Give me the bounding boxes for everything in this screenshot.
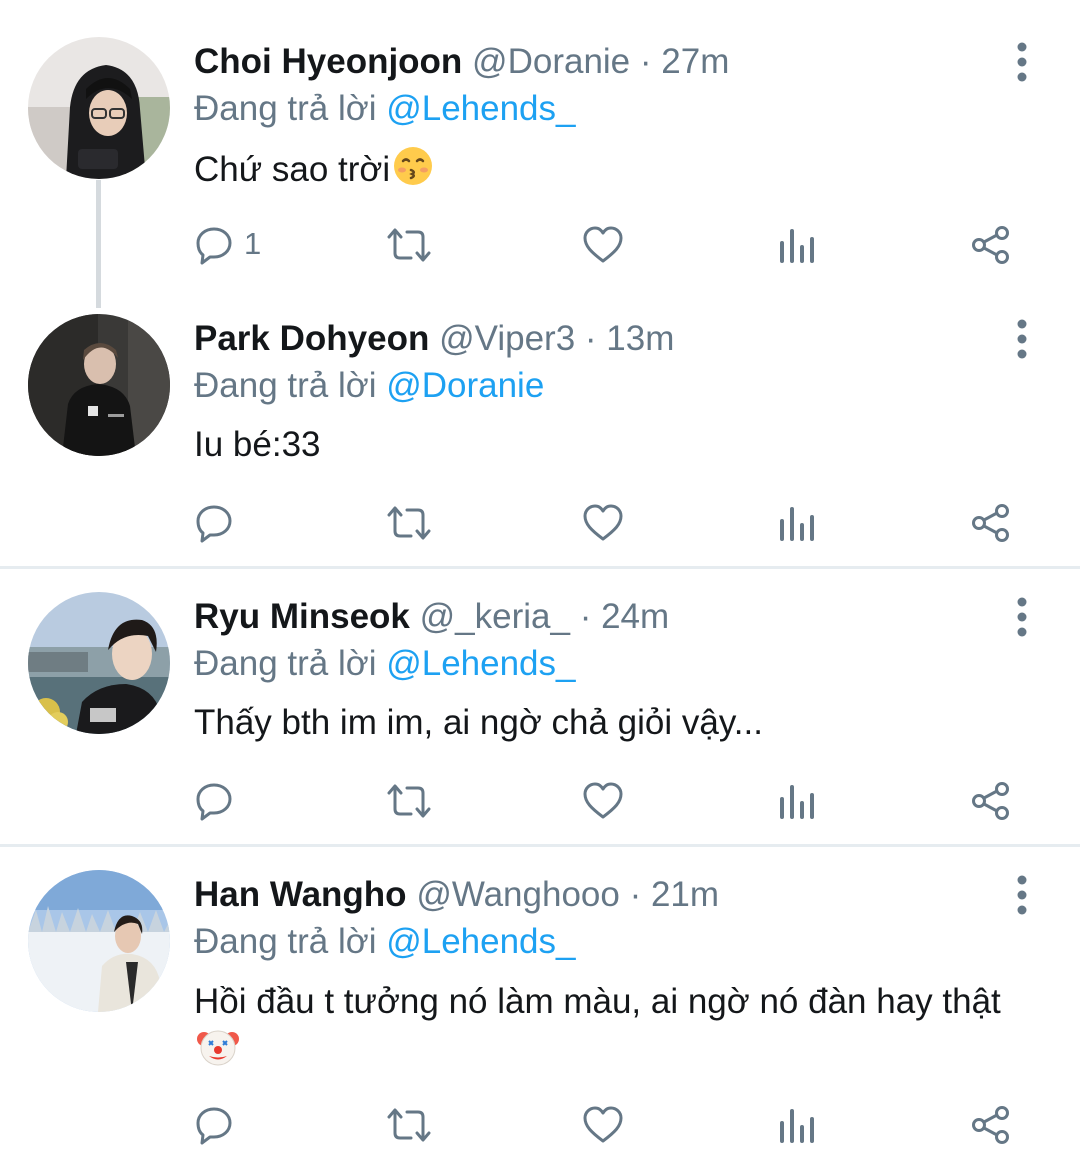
avatar[interactable] — [28, 37, 170, 179]
reply-icon — [196, 505, 232, 543]
tweet-text: Chứ sao trời — [194, 145, 1034, 199]
replying-to-label: Đang trả lời — [194, 922, 377, 961]
clown-face-emoji — [196, 1025, 240, 1079]
mention-link[interactable]: @Lehends_ — [386, 922, 575, 961]
more-vertical-icon[interactable] — [1012, 319, 1032, 359]
kissing-face-emoji — [392, 145, 434, 199]
avatar[interactable] — [28, 314, 170, 456]
tweet-text: Hồi đầu t tưởng nó làm màu, ai ngờ nó đà… — [194, 979, 1034, 1079]
tweet-header: Ryu Minseok @_keria_ · 24m — [194, 597, 669, 637]
separator-dot: · — [579, 597, 592, 636]
avatar[interactable] — [28, 592, 170, 734]
retweet-button[interactable] — [385, 220, 435, 270]
timestamp[interactable]: 21m — [651, 875, 719, 914]
analytics-icon — [780, 1109, 814, 1143]
replying-to: Đang trả lời @Lehends_ — [194, 922, 576, 962]
avatar[interactable] — [28, 870, 170, 1012]
mention-link[interactable]: @Lehends_ — [386, 644, 575, 683]
retweet-button[interactable] — [385, 1100, 435, 1150]
tweet-text-content: Chứ sao trời — [194, 150, 391, 189]
like-button[interactable] — [582, 220, 626, 270]
reply-button[interactable]: 1 — [194, 220, 284, 270]
retweet-icon — [387, 506, 431, 540]
like-icon — [583, 226, 623, 263]
handle[interactable]: @Viper3 — [439, 319, 575, 358]
display-name[interactable]: Ryu Minseok — [194, 597, 410, 636]
like-button[interactable] — [582, 1100, 626, 1150]
like-icon — [583, 782, 623, 819]
replying-to-label: Đang trả lời — [194, 366, 377, 405]
tweet[interactable]: Ryu Minseok @_keria_ · 24m Đang trả lời … — [0, 569, 1080, 844]
replying-to: Đang trả lời @Lehends_ — [194, 644, 576, 684]
timestamp[interactable]: 13m — [606, 319, 674, 358]
replying-to-label: Đang trả lời — [194, 644, 377, 683]
tweet-text-content: Iu bé:33 — [194, 425, 321, 464]
reply-button[interactable] — [194, 498, 244, 548]
analytics-icon — [780, 785, 814, 819]
tweet[interactable]: Choi Hyeonjoon @Doranie · 27m Đang trả l… — [0, 0, 1080, 308]
mention-link[interactable]: @Lehends_ — [386, 89, 575, 128]
views-button[interactable] — [778, 776, 818, 826]
share-button[interactable] — [970, 1100, 1014, 1150]
tweet[interactable]: Park Dohyeon @Viper3 · 13m Đang trả lời … — [0, 300, 1080, 566]
tweet-text-content: Hồi đầu t tưởng nó làm màu, ai ngờ nó đà… — [194, 982, 1001, 1021]
retweet-button[interactable] — [385, 776, 435, 826]
replying-to: Đang trả lời @Doranie — [194, 366, 544, 406]
display-name[interactable]: Han Wangho — [194, 875, 407, 914]
separator-dot: · — [584, 319, 597, 358]
tweet-actions: 1 — [0, 220, 1080, 270]
retweet-button[interactable] — [385, 498, 435, 548]
tweet-header: Choi Hyeonjoon @Doranie · 27m — [194, 42, 729, 82]
analytics-icon — [780, 507, 814, 541]
tweet-actions — [0, 776, 1080, 826]
reply-count: 1 — [244, 226, 262, 261]
share-icon — [972, 504, 1009, 542]
mention-link[interactable]: @Doranie — [386, 366, 544, 405]
tweet-actions — [0, 498, 1080, 548]
handle[interactable]: @Wanghooo — [416, 875, 620, 914]
reply-icon — [196, 1107, 232, 1145]
timestamp[interactable]: 24m — [601, 597, 669, 636]
views-button[interactable] — [778, 498, 818, 548]
share-button[interactable] — [970, 220, 1014, 270]
timestamp[interactable]: 27m — [661, 42, 729, 81]
tweet-actions — [0, 1100, 1080, 1150]
reply-button[interactable] — [194, 1100, 244, 1150]
display-name[interactable]: Park Dohyeon — [194, 319, 429, 358]
handle[interactable]: @_keria_ — [420, 597, 570, 636]
share-icon — [972, 1106, 1009, 1144]
display-name[interactable]: Choi Hyeonjoon — [194, 42, 462, 81]
tweet-text: Thấy bth im im, ai ngờ chả giỏi vậy... — [194, 700, 1034, 746]
retweet-icon — [387, 784, 431, 818]
tweet-header: Park Dohyeon @Viper3 · 13m — [194, 319, 674, 359]
share-icon — [972, 782, 1009, 820]
share-button[interactable] — [970, 776, 1014, 826]
tweet[interactable]: Han Wangho @Wanghooo · 21m Đang trả lời … — [0, 847, 1080, 1159]
tweet-header: Han Wangho @Wanghooo · 21m — [194, 875, 719, 915]
more-vertical-icon[interactable] — [1012, 597, 1032, 637]
separator-dot: · — [629, 875, 642, 914]
more-vertical-icon[interactable] — [1012, 42, 1032, 82]
analytics-icon — [780, 229, 814, 263]
replying-to: Đang trả lời @Lehends_ — [194, 89, 576, 129]
share-button[interactable] — [970, 498, 1014, 548]
like-button[interactable] — [582, 498, 626, 548]
more-vertical-icon[interactable] — [1012, 875, 1032, 915]
retweet-icon — [387, 228, 431, 262]
share-icon — [972, 226, 1009, 264]
reply-icon — [196, 783, 232, 821]
tweet-text: Iu bé:33 — [194, 422, 1034, 468]
handle[interactable]: @Doranie — [472, 42, 630, 81]
tweet-text-content: Thấy bth im im, ai ngờ chả giỏi vậy... — [194, 703, 763, 742]
reply-icon — [196, 227, 232, 265]
views-button[interactable] — [778, 220, 818, 270]
like-icon — [583, 1106, 623, 1143]
replying-to-label: Đang trả lời — [194, 89, 377, 128]
views-button[interactable] — [778, 1100, 818, 1150]
like-icon — [583, 504, 623, 541]
like-button[interactable] — [582, 776, 626, 826]
retweet-icon — [387, 1108, 431, 1142]
reply-button[interactable] — [194, 776, 244, 826]
separator-dot: · — [639, 42, 652, 81]
